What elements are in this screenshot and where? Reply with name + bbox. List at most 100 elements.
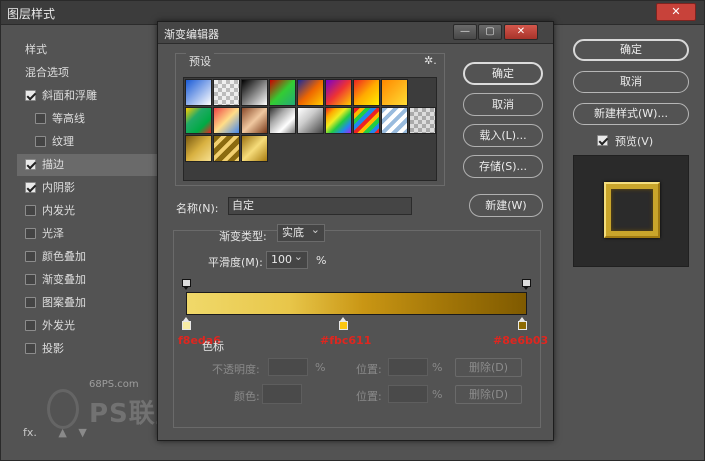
gradient-editor-title: 渐变编辑器: [164, 28, 219, 41]
color-delete-button[interactable]: 删除(D): [455, 385, 522, 404]
style-item-label: 光泽: [42, 227, 64, 240]
style-item-label: 外发光: [42, 319, 75, 332]
styles-header[interactable]: 样式: [17, 39, 167, 61]
color-stop-3[interactable]: [518, 317, 527, 330]
presets-gear-icon[interactable]: ✲.: [424, 54, 437, 67]
presets-label: 预设: [186, 53, 214, 69]
fx-menu-button[interactable]: fx. ▲ ▼: [23, 426, 87, 439]
preset-swatch[interactable]: [213, 79, 240, 106]
style-item[interactable]: 光泽: [17, 223, 167, 245]
style-checkbox[interactable]: [35, 136, 46, 147]
new-style-button[interactable]: 新建样式(W)...: [573, 103, 689, 125]
style-item[interactable]: 外发光: [17, 315, 167, 337]
style-item[interactable]: 斜面和浮雕: [17, 85, 167, 107]
style-item[interactable]: 颜色叠加: [17, 246, 167, 268]
style-item-label: 描边: [42, 158, 64, 171]
preset-swatch[interactable]: [241, 107, 268, 134]
maximize-button[interactable]: ▢: [478, 24, 502, 40]
preset-swatch[interactable]: [241, 79, 268, 106]
opacity-stop-left[interactable]: [182, 279, 191, 291]
styles-list: 样式 混合选项斜面和浮雕等高线纹理描边内阴影 内发光光泽颜色叠加渐变叠加 图案叠加外…: [17, 39, 167, 419]
preset-swatch[interactable]: [185, 79, 212, 106]
layer-style-close-button[interactable]: ✕: [656, 3, 696, 21]
style-item[interactable]: 描边: [17, 154, 167, 176]
gradient-bar[interactable]: [186, 292, 527, 315]
gradient-type-select[interactable]: 实底: [277, 222, 325, 242]
preset-swatch[interactable]: [241, 135, 268, 162]
layer-style-ok-button[interactable]: 确定: [573, 39, 689, 61]
fx-label: fx.: [23, 426, 37, 439]
opacity-delete-button[interactable]: 删除(D): [455, 358, 522, 377]
style-checkbox[interactable]: [25, 228, 36, 239]
preset-swatch[interactable]: [297, 79, 324, 106]
preset-swatch[interactable]: [185, 135, 212, 162]
preset-swatch[interactable]: [353, 79, 380, 106]
style-checkbox[interactable]: [25, 159, 36, 170]
style-checkbox[interactable]: [35, 113, 46, 124]
gradient-cancel-button[interactable]: 取消: [463, 93, 543, 116]
opacity-label: 不透明度:: [212, 363, 260, 376]
style-item[interactable]: 图案叠加: [17, 292, 167, 314]
preview-checkbox[interactable]: [597, 135, 608, 146]
opacity-location-input[interactable]: [388, 358, 428, 376]
preset-swatch[interactable]: [269, 107, 296, 134]
style-item[interactable]: 纹理: [17, 131, 167, 153]
load-button[interactable]: 载入(L)...: [463, 124, 543, 147]
preset-swatch[interactable]: [353, 107, 380, 134]
name-label: 名称(N):: [176, 202, 219, 215]
new-gradient-button[interactable]: 新建(W): [469, 194, 543, 217]
preview-label: 预览(V): [615, 135, 654, 148]
smoothness-label: 平滑度(M):: [208, 256, 263, 269]
layer-style-cancel-button[interactable]: 取消: [573, 71, 689, 93]
preset-swatch[interactable]: [213, 107, 240, 134]
color-stop-1[interactable]: [182, 317, 191, 330]
gradient-editor-titlebar: 渐变编辑器 — ▢ ✕: [158, 22, 553, 44]
style-item[interactable]: 投影: [17, 338, 167, 360]
presets-group: 预设 ✲.: [175, 53, 445, 186]
style-checkbox[interactable]: [25, 297, 36, 308]
opacity-stop-right[interactable]: [522, 279, 531, 291]
watermark-logo-icon: [47, 389, 79, 429]
smoothness-input[interactable]: 100: [266, 249, 308, 269]
style-item[interactable]: 等高线: [17, 108, 167, 130]
preset-swatch[interactable]: [325, 107, 352, 134]
style-preview-thumbnail: [573, 155, 689, 267]
opacity-location-unit: %: [432, 361, 443, 374]
style-checkbox[interactable]: [25, 320, 36, 331]
opacity-input[interactable]: [268, 358, 308, 376]
color-swatch[interactable]: [262, 384, 302, 404]
style-item-label: 纹理: [52, 135, 74, 148]
color-location-input[interactable]: [388, 385, 428, 403]
style-item[interactable]: 内发光: [17, 200, 167, 222]
gradient-editor-close-button[interactable]: ✕: [504, 24, 538, 40]
preset-swatch[interactable]: [381, 107, 408, 134]
style-item-label: 斜面和浮雕: [42, 89, 97, 102]
preset-swatch[interactable]: [213, 135, 240, 162]
style-checkbox[interactable]: [25, 90, 36, 101]
style-checkbox[interactable]: [25, 251, 36, 262]
style-item-label: 投影: [42, 342, 64, 355]
preset-swatch[interactable]: [381, 79, 408, 106]
style-checkbox[interactable]: [25, 182, 36, 193]
style-checkbox[interactable]: [25, 205, 36, 216]
move-down-icon[interactable]: ▼: [78, 426, 86, 439]
gradient-ok-button[interactable]: 确定: [463, 62, 543, 85]
style-item-label: 颜色叠加: [42, 250, 86, 263]
preset-swatches: [183, 77, 437, 181]
gradient-name-input[interactable]: 自定: [228, 197, 412, 215]
preset-swatch[interactable]: [325, 79, 352, 106]
preset-swatch[interactable]: [185, 107, 212, 134]
watermark-site: 68PS.com: [89, 379, 139, 390]
style-checkbox[interactable]: [25, 274, 36, 285]
color-stop-2[interactable]: [339, 317, 348, 330]
preset-swatch[interactable]: [297, 107, 324, 134]
minimize-button[interactable]: —: [453, 24, 477, 40]
preset-swatch[interactable]: [409, 107, 436, 134]
style-item[interactable]: 渐变叠加: [17, 269, 167, 291]
save-button[interactable]: 存储(S)...: [463, 155, 543, 178]
style-item[interactable]: 内阴影: [17, 177, 167, 199]
style-checkbox[interactable]: [25, 343, 36, 354]
style-item[interactable]: 混合选项: [17, 62, 167, 84]
gradient-type-label: 渐变类型:: [219, 230, 267, 243]
preset-swatch[interactable]: [269, 79, 296, 106]
